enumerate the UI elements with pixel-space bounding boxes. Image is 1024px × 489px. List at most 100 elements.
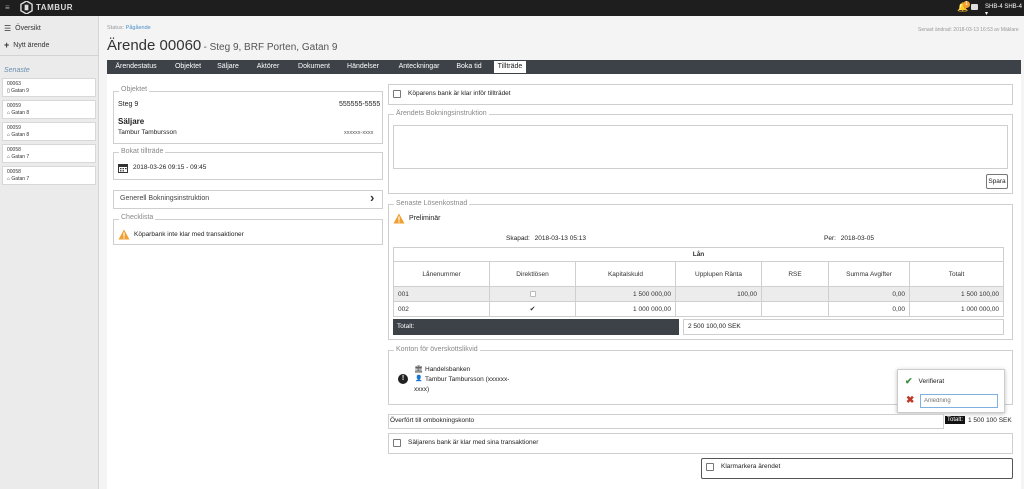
object-code: 555555-5555 [339,101,381,108]
table-row: 001 1 500 000,00 100,00 0,00 1 500 100,0… [393,286,1004,302]
loan-table: Lån Lånenummer Direktlösen Kapitalskuld … [393,247,1004,317]
recent-case-id: 00063 [7,81,21,87]
column-header: Kapitalskuld [575,261,676,287]
tab-handelser[interactable]: Händelser [343,61,383,73]
booking-instruction-legend: Ärendets Bokningsinstruktion [394,110,489,117]
loan-table-title: Lån [393,247,1004,262]
last-modified: Senast ändrad: 2018-03-13 16:53 av Mäkla… [918,27,1019,33]
tab-dokument[interactable]: Dokument [294,61,334,73]
tab-anteckningar[interactable]: Anteckningar [394,61,444,73]
menu-icon[interactable]: ≡ [5,3,10,12]
tambur-logo-icon [20,1,33,14]
per-label: Per: [824,235,836,242]
home-icon: ⌂ [7,154,11,160]
redemption-legend: Senaste Lösenkostnad [394,200,470,207]
account-holder: Tambur Tambursson (xxxxxx- [425,376,510,383]
page-title: Ärende 00060 - Steg 9, BRF Porten, Gatan… [107,37,337,54]
building-icon: ▯ [7,88,10,94]
recent-case-card[interactable]: 00063 ▯ Gatan 9 [2,78,96,97]
tab-boka-tid[interactable]: Boka tid [452,61,486,73]
tab-tilltrade[interactable]: Tillträde [494,61,526,73]
exclamation-icon: ! [398,374,408,384]
direct-checkbox[interactable] [529,290,536,297]
tab-objektet[interactable]: Objektet [170,61,206,73]
interest-cell: 100,00 [675,286,762,302]
mark-done-checkbox[interactable] [706,463,714,471]
per-value: 2018-03-05 [840,235,874,242]
created-label: Skapad: [506,235,530,242]
recent-case-location: Gatan 7 [11,154,30,160]
case-status: Status: Pågående [107,25,151,31]
recent-case-id: 00058 [7,147,21,153]
column-header: Totalt [909,261,1004,287]
seller-bank-label: Säljarens bank är klar med sina transakt… [408,439,539,446]
direct-cell: ✔ [489,301,576,317]
booked-datetime: 2018-03-26 09:15 - 09:45 [133,164,207,171]
case-subtitle: - Steg 9, BRF Porten, Gatan 9 [203,42,338,53]
bank-name: Handelsbanken [425,366,471,373]
user-icon: 👤 [415,376,423,382]
objektet-legend: Objektet [119,86,150,93]
object-name: Steg 9 [118,101,139,108]
recent-case-card[interactable]: 00059 ⌂ Gatan 8 [2,122,96,141]
checklist-legend: Checklista [119,214,156,221]
created-info: Skapad: 2018-03-13 05:13 [506,235,586,242]
direct-cell [489,286,576,302]
column-header: Upplupen Ränta [675,261,762,287]
capital-cell: 1 000 000,00 [575,301,676,317]
seller-bank-checkbox[interactable] [393,439,401,447]
rse-cell [761,301,829,317]
home-icon: ⌂ [7,110,11,116]
recent-case-card[interactable]: 00058 ⌂ Gatan 7 [2,166,96,185]
tab-saljare[interactable]: Säljare [213,61,243,73]
seller-id: xxxxxx-xxxx [344,130,374,136]
per-info: Per: 2018-03-05 [824,235,874,242]
tab-arendestatus[interactable]: Ärendestatus [112,61,160,73]
total-cell: 1 000 000,00 [909,301,1004,317]
account-holder-cont: xxxx) [414,386,430,393]
column-header: Summa Avgifter [828,261,910,287]
buyer-bank-checkbox[interactable] [393,90,401,98]
capital-cell: 1 500 000,00 [575,286,676,302]
total-label-bar: Totalt: [393,319,679,335]
sidebar-item-overview[interactable]: ☰ Översikt [4,24,41,33]
checklist-item: Köparbank inte klar med transaktioner [134,231,244,238]
chat-icon[interactable] [971,4,978,10]
mark-done-label: Klarmarkera ärendet [721,463,781,470]
status-label: Status: [107,25,125,31]
booking-instruction-textarea[interactable] [393,125,1008,169]
brand-name: TAMBUR [36,3,74,12]
home-icon: ⌂ [7,132,11,138]
verified-option[interactable]: ✔ Verifierat [905,376,944,387]
column-header: Lånenummer [393,261,490,287]
recent-case-card[interactable]: 00059 ⌂ Gatan 8 [2,100,96,119]
preliminary-label: Preliminär [409,215,441,222]
tab-aktorer[interactable]: Aktörer [253,61,283,73]
brand-logo[interactable]: TAMBUR [20,1,73,14]
bank-icon: 🏛 [414,366,423,373]
tab-bar [107,60,1021,74]
sidebar-item-label: Nytt ärende [13,41,50,49]
recent-case-location: Gatan 7 [11,176,30,182]
recent-case-location: Gatan 8 [11,132,30,138]
reject-icon[interactable]: ✖ [906,395,914,406]
recent-case-location: Gatan 8 [11,110,30,116]
objektet-panel [113,91,383,144]
plus-icon: + [4,40,10,50]
rse-cell [761,286,829,302]
table-row: 002 ✔ 1 000 000,00 0,00 1 000 000,00 [393,301,1004,317]
save-button[interactable]: Spara [986,174,1008,189]
recent-case-card[interactable]: 00058 ⌂ Gatan 7 [2,144,96,163]
sidebar: ☰ Översikt + Nytt ärende Senaste 00063 ▯… [0,16,99,489]
sidebar-item-new-case[interactable]: + Nytt ärende [4,40,49,50]
recent-heading: Senaste [4,67,30,74]
created-value: 2018-03-13 05:13 [534,235,586,242]
case-title: Ärende 00060 [107,37,202,54]
interest-cell [675,301,762,317]
buyer-bank-label: Köparens bank är klar inför tillträdet [408,90,511,97]
column-header: RSE [761,261,829,287]
status-value[interactable]: Pågående [126,25,151,31]
reason-input[interactable] [920,394,998,408]
recent-case-id: 00058 [7,169,21,175]
check-icon: ✔ [905,376,913,386]
